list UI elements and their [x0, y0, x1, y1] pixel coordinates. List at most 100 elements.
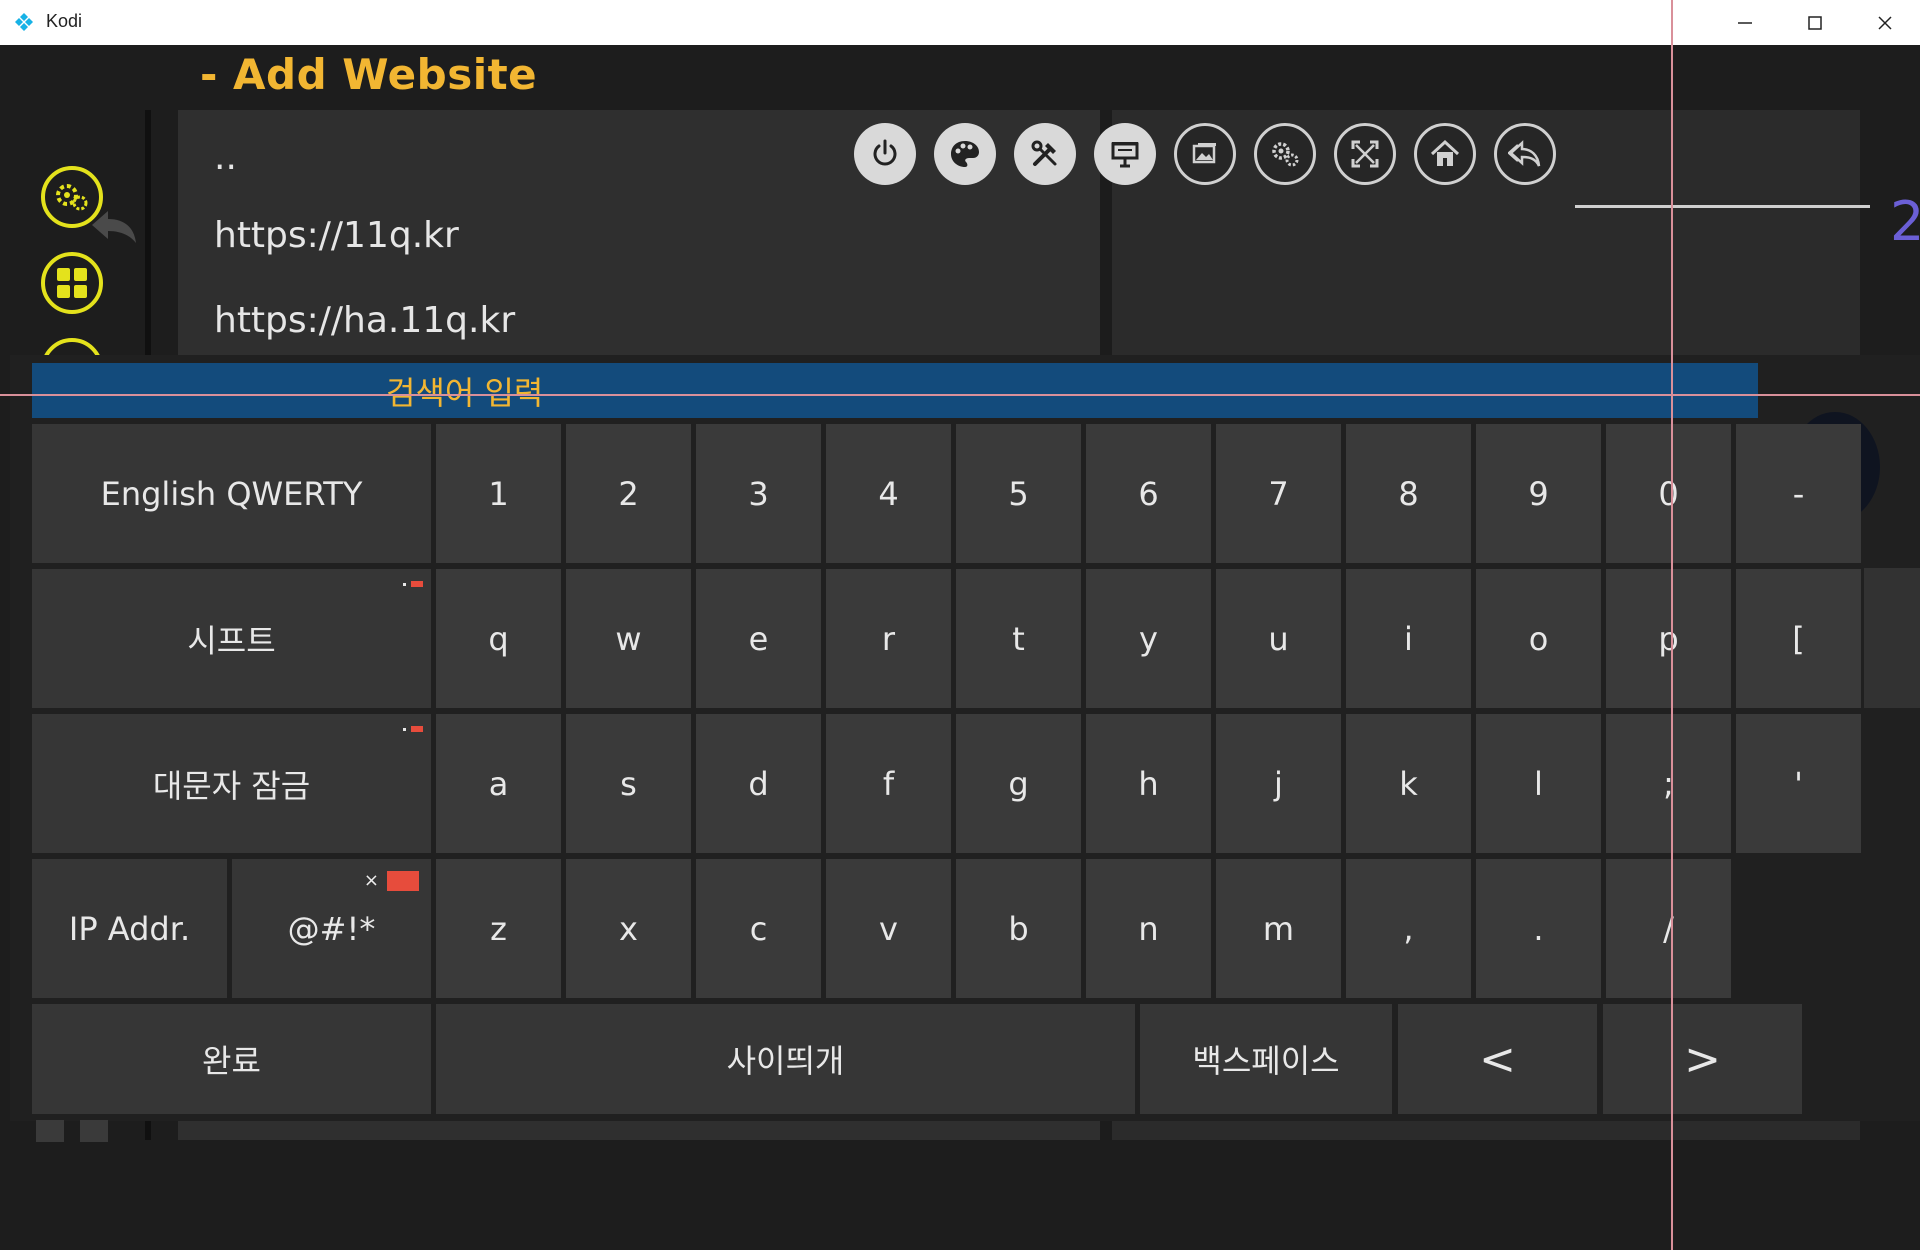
maximize-button[interactable]: [1780, 0, 1850, 45]
key-label: v: [879, 909, 898, 948]
symbols-button[interactable]: @#!* ×: [232, 859, 431, 998]
key-row1-4[interactable]: 5: [956, 424, 1081, 563]
add-ons-grid-icon: [57, 268, 87, 298]
key-row1-8[interactable]: 9: [1476, 424, 1601, 563]
close-mark-icon: ×: [363, 870, 379, 891]
key-row4-7[interactable]: ,: [1346, 859, 1471, 998]
key-row2-9[interactable]: p: [1606, 569, 1731, 708]
key-row4-3[interactable]: v: [826, 859, 951, 998]
key-label: d: [748, 764, 769, 803]
sidebar-addons-button[interactable]: [41, 252, 103, 314]
clock-edge-decoration: 2: [1890, 190, 1920, 253]
key-label: 1: [488, 474, 509, 513]
key-row1-10[interactable]: -: [1736, 424, 1861, 563]
key-row2-0[interactable]: q: [436, 569, 561, 708]
key-row1-9[interactable]: 0: [1606, 424, 1731, 563]
settings-gears-icon: [1272, 142, 1299, 167]
symbols-button-label: @#!*: [287, 909, 376, 948]
list-item-ha-11q[interactable]: https://ha.11q.kr: [214, 300, 515, 341]
key-row3-1[interactable]: s: [566, 714, 691, 853]
fullscreen-button[interactable]: [1334, 123, 1396, 185]
key-row4-4[interactable]: b: [956, 859, 1081, 998]
capslock-button[interactable]: 대문자 잠금: [32, 714, 431, 853]
key-label: .: [1533, 909, 1544, 948]
key-row2-4[interactable]: t: [956, 569, 1081, 708]
key-label: u: [1268, 619, 1289, 658]
key-row1-7[interactable]: 8: [1346, 424, 1471, 563]
key-row4-2[interactable]: c: [696, 859, 821, 998]
search-input[interactable]: [32, 363, 1758, 418]
key-row2-1[interactable]: w: [566, 569, 691, 708]
key-row4-5[interactable]: n: [1086, 859, 1211, 998]
key-label: c: [749, 909, 768, 948]
space-button[interactable]: 사이띄개: [436, 1004, 1135, 1114]
shift-button[interactable]: 시프트: [32, 569, 431, 708]
settings-button[interactable]: [1254, 123, 1316, 185]
key-row2-10[interactable]: [: [1736, 569, 1861, 708]
key-label: n: [1138, 909, 1159, 948]
key-row4-6[interactable]: m: [1216, 859, 1341, 998]
cursor-left-button[interactable]: <: [1398, 1004, 1597, 1114]
key-row3-3[interactable]: f: [826, 714, 951, 853]
key-row2-2[interactable]: e: [696, 569, 821, 708]
back-button[interactable]: [1494, 123, 1556, 185]
key-row1-0[interactable]: 1: [436, 424, 561, 563]
key-row3-8[interactable]: l: [1476, 714, 1601, 853]
ip-address-button[interactable]: IP Addr.: [32, 859, 227, 998]
key-row2-7[interactable]: i: [1346, 569, 1471, 708]
key-row3-5[interactable]: h: [1086, 714, 1211, 853]
skin-button[interactable]: [934, 123, 996, 185]
layout-button[interactable]: English QWERTY: [32, 424, 431, 563]
list-item-11q[interactable]: https://11q.kr: [214, 215, 459, 256]
key-row3-10[interactable]: ': [1736, 714, 1861, 853]
tools-button[interactable]: [1014, 123, 1076, 185]
list-item-parent[interactable]: ..: [214, 137, 237, 178]
key-label: s: [620, 764, 637, 803]
power-button[interactable]: [854, 123, 916, 185]
key-label: w: [615, 619, 642, 658]
key-row2-3[interactable]: r: [826, 569, 951, 708]
done-button[interactable]: 완료: [32, 1004, 431, 1114]
cursor-right-label: >: [1684, 1033, 1721, 1085]
key-row2-8[interactable]: o: [1476, 569, 1601, 708]
home-button[interactable]: [1414, 123, 1476, 185]
backspace-button[interactable]: 백스페이스: [1140, 1004, 1392, 1114]
key-row1-3[interactable]: 4: [826, 424, 951, 563]
key-label: f: [882, 764, 895, 803]
close-icon: [1878, 15, 1892, 30]
key-row3-2[interactable]: d: [696, 714, 821, 853]
minimize-button[interactable]: [1710, 0, 1780, 45]
key-label: r: [881, 619, 896, 658]
ip-address-button-label: IP Addr.: [68, 909, 191, 948]
key-label: 6: [1138, 474, 1159, 513]
key-row2-5[interactable]: y: [1086, 569, 1211, 708]
key-row1-6[interactable]: 7: [1216, 424, 1341, 563]
minimize-icon: [1738, 21, 1752, 24]
key-row4-0[interactable]: z: [436, 859, 561, 998]
key-row4-8[interactable]: .: [1476, 859, 1601, 998]
presentation-button[interactable]: [1094, 123, 1156, 185]
key-row3-6[interactable]: j: [1216, 714, 1341, 853]
key-row3-0[interactable]: a: [436, 714, 561, 853]
maximize-icon: [1808, 15, 1822, 30]
key-row4-9[interactable]: /: [1606, 859, 1731, 998]
close-button[interactable]: [1850, 0, 1920, 45]
key-row1-5[interactable]: 6: [1086, 424, 1211, 563]
window-title-bar: Kodi: [0, 0, 1920, 46]
key-label: k: [1399, 764, 1418, 803]
key-label: q: [488, 619, 509, 658]
key-label: i: [1404, 619, 1413, 658]
key-label: o: [1528, 619, 1549, 658]
key-row1-1[interactable]: 2: [566, 424, 691, 563]
pictures-button[interactable]: [1174, 123, 1236, 185]
key-label: m: [1262, 909, 1295, 948]
key-row4-1[interactable]: x: [566, 859, 691, 998]
key-row3-9[interactable]: ;: [1606, 714, 1731, 853]
key-row3-7[interactable]: k: [1346, 714, 1471, 853]
back-arrow-icon[interactable]: [88, 205, 138, 245]
key-row1-2[interactable]: 3: [696, 424, 821, 563]
cursor-right-button[interactable]: >: [1603, 1004, 1802, 1114]
key-row2-6[interactable]: u: [1216, 569, 1341, 708]
key-row3-4[interactable]: g: [956, 714, 1081, 853]
symbols-indicator: ×: [364, 871, 419, 891]
